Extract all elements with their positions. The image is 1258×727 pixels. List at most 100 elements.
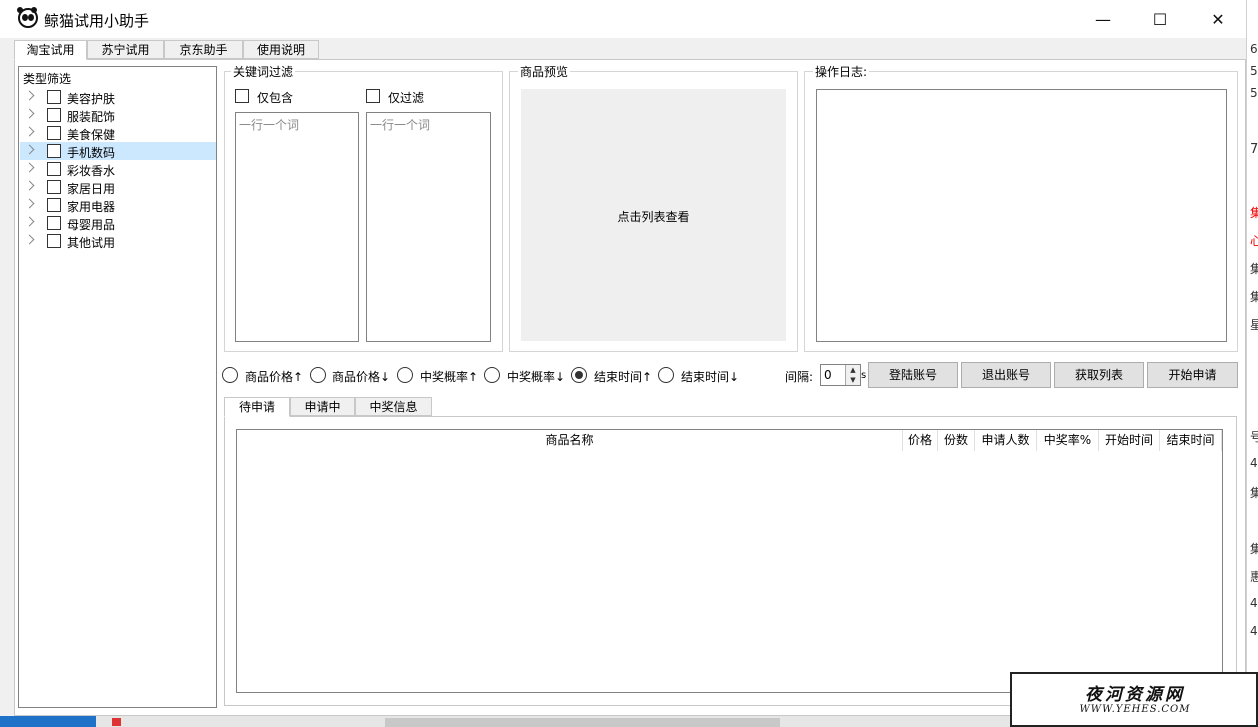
tab-suning[interactable]: 苏宁试用 [87, 40, 164, 59]
category-checkbox[interactable] [47, 108, 61, 122]
tab-pending[interactable]: 待申请 [224, 397, 290, 417]
sort-price-desc-radio[interactable] [310, 367, 326, 383]
login-button[interactable]: 登陆账号 [868, 362, 958, 388]
sort-end-time-asc-radio[interactable] [571, 367, 587, 383]
tab-jd[interactable]: 京东助手 [164, 40, 243, 59]
category-item[interactable]: 母婴用品 [20, 214, 216, 232]
include-only-checkbox[interactable] [235, 89, 249, 103]
category-item[interactable]: 美容护肤 [20, 88, 216, 106]
exclude-only-checkbox[interactable] [366, 89, 380, 103]
column-header-quantity[interactable]: 份数 [938, 430, 975, 451]
bg-text: 4 [1250, 456, 1258, 470]
chevron-right-icon[interactable] [24, 126, 35, 137]
log-textarea[interactable] [816, 89, 1227, 342]
category-item[interactable]: 美食保健 [20, 124, 216, 142]
category-label: 类型筛选 [23, 72, 72, 86]
include-keywords-placeholder: 一行一个词 [239, 118, 300, 132]
title-bar [0, 0, 1246, 38]
tab-winning-info[interactable]: 中奖信息 [355, 397, 432, 416]
bg-text: 星 [1250, 316, 1258, 333]
watermark-title: 夜河资源网 [1085, 685, 1185, 705]
tab-taobao[interactable]: 淘宝试用 [14, 40, 87, 60]
category-item-label: 彩妆香水 [67, 164, 116, 178]
column-header-name[interactable]: 商品名称 [237, 430, 903, 451]
column-header-end-time[interactable]: 结束时间 [1160, 430, 1222, 451]
sort-price-asc-radio[interactable] [222, 367, 238, 383]
sort-end-time-desc-radio[interactable] [658, 367, 674, 383]
category-checkbox[interactable] [47, 90, 61, 104]
interval-value: 0 [824, 368, 832, 382]
bg-text: 7 [1250, 142, 1258, 157]
include-keywords-textarea[interactable] [235, 112, 359, 342]
chevron-right-icon[interactable] [24, 162, 35, 173]
bg-text: 惠 [1250, 568, 1258, 585]
chevron-right-icon[interactable] [24, 90, 35, 101]
preview-hint: 点击列表查看 [617, 210, 690, 224]
logout-button[interactable]: 退出账号 [961, 362, 1051, 388]
bg-text: 号 [1250, 428, 1258, 445]
category-item-label: 手机数码 [67, 146, 116, 160]
bg-text: 集 [1250, 288, 1258, 305]
category-item[interactable]: 手机数码 [20, 142, 216, 160]
spin-up-icon[interactable]: ▲ [845, 365, 860, 375]
tab-applying[interactable]: 申请中 [290, 397, 355, 416]
chevron-right-icon[interactable] [24, 144, 35, 155]
start-apply-button[interactable]: 开始申请 [1147, 362, 1238, 388]
app-icon-small [112, 718, 121, 726]
keyword-filter-label: 关键词过滤 [231, 63, 296, 80]
chevron-right-icon[interactable] [24, 234, 35, 245]
category-item[interactable]: 家居日用 [20, 178, 216, 196]
category-item[interactable]: 家用电器 [20, 196, 216, 214]
scrollbar[interactable] [385, 718, 780, 727]
bg-text: 集 [1250, 540, 1258, 557]
sort-win-rate-desc-radio[interactable] [484, 367, 500, 383]
sort-end-time-desc-label: 结束时间↓ [681, 370, 740, 384]
category-checkbox[interactable] [47, 126, 61, 140]
product-table[interactable] [236, 429, 1223, 693]
category-checkbox[interactable] [47, 216, 61, 230]
category-item[interactable]: 其他试用 [20, 232, 216, 250]
category-checkbox[interactable] [47, 180, 61, 194]
sort-price-asc-label: 商品价格↑ [245, 370, 304, 384]
bg-text: 心 [1250, 232, 1258, 249]
maximize-button[interactable]: ☐ [1131, 0, 1189, 38]
category-item-label: 服装配饰 [67, 110, 116, 124]
chevron-right-icon[interactable] [24, 198, 35, 209]
panda-icon [17, 7, 38, 28]
category-item-label: 家居日用 [67, 182, 116, 196]
category-checkbox[interactable] [47, 198, 61, 212]
bg-text: 4 [1250, 596, 1258, 610]
bg-text: 51 [1250, 64, 1258, 78]
category-item[interactable]: 服装配饰 [20, 106, 216, 124]
chevron-right-icon[interactable] [24, 108, 35, 119]
bg-text: 6 [1250, 42, 1258, 56]
column-header-applicants[interactable]: 申请人数 [975, 430, 1037, 451]
taskbar-item [0, 716, 96, 727]
watermark-url: WWW.YEHES.COM [1079, 704, 1191, 715]
category-item-label: 美容护肤 [67, 92, 116, 106]
bg-text: 5X [1250, 86, 1258, 100]
chevron-right-icon[interactable] [24, 180, 35, 191]
include-only-label: 仅包含 [257, 91, 294, 105]
column-header-win-rate[interactable]: 中奖率% [1037, 430, 1099, 451]
category-item[interactable]: 彩妆香水 [20, 160, 216, 178]
sort-end-time-asc-label: 结束时间↑ [594, 370, 653, 384]
column-header-start-time[interactable]: 开始时间 [1099, 430, 1160, 451]
category-checkbox[interactable] [47, 234, 61, 248]
spin-down-icon[interactable]: ▼ [845, 375, 860, 385]
category-checkbox[interactable] [47, 144, 61, 158]
tab-help[interactable]: 使用说明 [243, 40, 319, 59]
log-label: 操作日志: [813, 63, 870, 80]
exclude-keywords-placeholder: 一行一个词 [370, 118, 431, 132]
fetch-list-button[interactable]: 获取列表 [1054, 362, 1144, 388]
window-title: 鲸猫试用小助手 [44, 12, 150, 30]
close-button[interactable]: ✕ [1189, 0, 1247, 38]
category-checkbox[interactable] [47, 162, 61, 176]
exclude-keywords-textarea[interactable] [366, 112, 491, 342]
chevron-right-icon[interactable] [24, 216, 35, 227]
column-header-price[interactable]: 价格 [903, 430, 938, 451]
category-item-label: 家用电器 [67, 200, 116, 214]
sort-win-rate-asc-radio[interactable] [397, 367, 413, 383]
minimize-button[interactable]: — [1074, 0, 1132, 38]
interval-spinner[interactable]: 0 ▲ ▼ [820, 364, 861, 386]
